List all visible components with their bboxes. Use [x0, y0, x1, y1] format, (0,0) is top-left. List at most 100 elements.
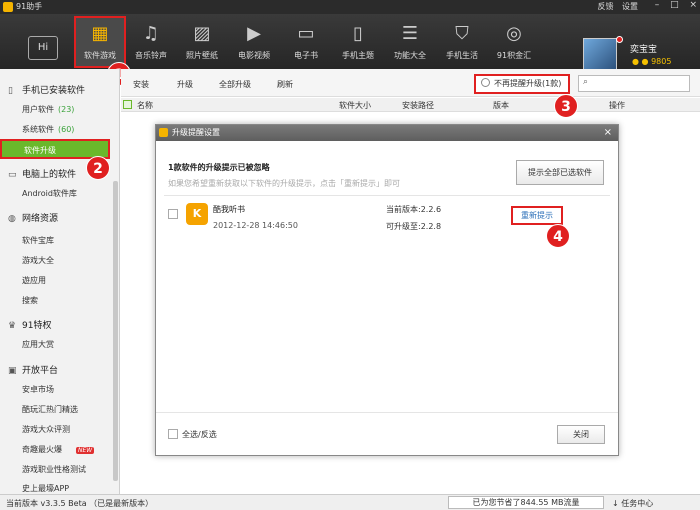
sidebar-item-user-soft[interactable]: 用户软件 (23): [22, 104, 74, 115]
sidebar-section-open[interactable]: ▣ 开放平台: [8, 363, 58, 376]
settings-link[interactable]: 设置: [622, 2, 638, 11]
sidebar-item-apps[interactable]: 遊应用: [22, 275, 46, 286]
col-action[interactable]: 操作: [609, 100, 625, 111]
hi-button[interactable]: Hi: [28, 36, 58, 60]
app-window: 91助手 反馈 设置 – □ × Hi ▦ 软件游戏 ♫ 音乐铃声 ▨ 照片壁纸…: [0, 0, 700, 510]
nav-all-features[interactable]: ☰ 功能大全: [386, 18, 434, 66]
item-label: 奇趣最火爆: [22, 445, 62, 454]
section-label: 手机已安装软件: [22, 86, 86, 96]
install-button[interactable]: 安装: [133, 79, 149, 90]
nav-apps-games[interactable]: ▦ 软件游戏: [74, 16, 126, 68]
nav-label: 91积金汇: [496, 51, 532, 60]
user-name[interactable]: 奕宝宝: [630, 42, 657, 55]
sidebar-section-privilege[interactable]: ♛ 91特权: [8, 318, 51, 331]
sidebar-scrollbar[interactable]: [113, 181, 118, 481]
dialog-close-button[interactable]: 关闭: [557, 425, 605, 444]
col-path[interactable]: 安装路径: [402, 100, 434, 111]
nav-phone-theme[interactable]: ▯ 手机主题: [334, 18, 382, 66]
new-badge: NEW: [76, 447, 95, 454]
app-date: 2012-12-28 14:46:50: [213, 221, 298, 230]
sidebar: ▯ 手机已安装软件 用户软件 (23) 系统软件 (60) 软件升级 ▭ 电脑上的软件 …: [0, 69, 120, 494]
item-count: (60): [58, 125, 75, 134]
sidebar-item-game-review[interactable]: 游戏大众评测: [22, 424, 70, 435]
no-remind-button[interactable]: 不再提醒升级(1款): [474, 74, 570, 94]
sidebar-item-search[interactable]: 搜索: [22, 295, 38, 306]
select-all-label[interactable]: 全选/反选: [182, 429, 217, 440]
sidebar-section-network[interactable]: ◍ 网络资源: [8, 211, 58, 224]
nav-movies-video[interactable]: ▶ 电影视频: [230, 18, 278, 66]
status-bar: 当前版本 v3.3.5 Beta （已是最新版本） 已为您节省了844.55 M…: [0, 494, 700, 510]
nav-label: 照片壁纸: [186, 51, 218, 60]
section-label: 网络资源: [22, 214, 59, 224]
close-window-button[interactable]: ×: [689, 0, 697, 10]
upgradable-version: 可升级至:2.2.8: [386, 222, 442, 231]
sidebar-item-app-award[interactable]: 应用大赏: [22, 339, 54, 350]
sidebar-item-android-market[interactable]: 安卓市场: [22, 384, 54, 395]
section-label: 电脑上的软件: [22, 170, 77, 180]
refresh-button[interactable]: 刷新: [277, 79, 293, 90]
divider: [156, 412, 618, 413]
select-all-toggle-checkbox[interactable]: [168, 429, 178, 439]
upgrade-all-button[interactable]: 全部升级: [219, 79, 251, 90]
sidebar-item-hottest[interactable]: 奇趣最火爆 NEW: [22, 444, 95, 455]
nav-label: 手机主题: [342, 51, 374, 60]
re-remind-link[interactable]: 重新提示: [511, 206, 563, 225]
window-controls: – □ ×: [647, 0, 697, 10]
search-icon: ⌕: [583, 77, 589, 87]
sidebar-section-pc[interactable]: ▭ 电脑上的软件: [8, 167, 76, 180]
task-center-label: 任务中心: [621, 499, 654, 508]
section-label: 91特权: [22, 321, 52, 331]
sidebar-item-sys-soft[interactable]: 系统软件 (60): [22, 124, 74, 135]
search-input[interactable]: ⌕: [578, 75, 690, 92]
book-icon: ▭: [297, 23, 315, 44]
callout-4: 4: [546, 224, 570, 248]
photo-icon: ▨: [193, 23, 211, 44]
nav-label: 软件游戏: [84, 51, 116, 60]
version-status: 当前版本 v3.3.5 Beta （已是最新版本）: [6, 499, 154, 508]
coin-icon: ◎: [506, 23, 522, 44]
nav-phone-life[interactable]: ⛉ 手机生活: [438, 18, 486, 66]
avatar[interactable]: [583, 38, 617, 72]
sidebar-section-installed[interactable]: ▯ 手机已安装软件: [8, 83, 85, 96]
task-center-link[interactable]: ↓ 任务中心: [612, 498, 653, 509]
select-all-checkbox[interactable]: [123, 100, 132, 109]
nav-music-ringtone[interactable]: ♫ 音乐铃声: [127, 18, 175, 66]
download-icon: ↓: [612, 499, 622, 508]
toolbox-icon: ☰: [401, 23, 419, 44]
item-count: (23): [58, 105, 75, 114]
minimize-button[interactable]: –: [655, 0, 660, 10]
col-size[interactable]: 软件大小: [339, 100, 371, 111]
col-name[interactable]: 名称: [137, 100, 153, 111]
sidebar-item-hot-picks[interactable]: 酷玩汇热门精选: [22, 404, 78, 415]
maximize-button[interactable]: □: [670, 0, 679, 10]
nav-label: 电影视频: [238, 51, 270, 60]
sidebar-item-games[interactable]: 游戏大全: [22, 255, 54, 266]
upgrade-button[interactable]: 升级: [177, 79, 193, 90]
dialog-title-bar: 升级提醒设置 ×: [156, 125, 618, 141]
app-row-checkbox[interactable]: [168, 209, 178, 219]
nav-ebook[interactable]: ▭ 电子书: [282, 18, 330, 66]
coin-count: 9805: [651, 57, 672, 66]
callout-2: 2: [86, 156, 110, 180]
close-icon[interactable]: ×: [604, 125, 612, 141]
nav-label: 电子书: [294, 51, 318, 60]
divider: [164, 195, 610, 196]
bell-off-icon: [481, 78, 490, 87]
nav-photo-wallpaper[interactable]: ▨ 照片壁纸: [178, 18, 226, 66]
nav-label: 手机生活: [446, 51, 478, 60]
sidebar-item-best-app[interactable]: 史上最壕APP: [22, 483, 69, 494]
nav-91-points[interactable]: ◎ 91积金汇: [490, 18, 538, 66]
sidebar-item-personality-test[interactable]: 游戏职业性格测试: [22, 464, 86, 475]
monitor-icon: ▭: [8, 170, 17, 180]
open-platform-icon: ▣: [8, 366, 17, 376]
dialog-heading: 1款软件的升级提示已被忽略: [168, 163, 270, 172]
upgrade-remind-dialog: 升级提醒设置 × 1款软件的升级提示已被忽略 如果您希望重新获取以下软件的升级提…: [155, 124, 619, 456]
show-all-selected-button[interactable]: 提示全部已选软件: [516, 160, 604, 185]
item-label: 系统软件: [22, 125, 54, 134]
nav-label: 功能大全: [394, 51, 426, 60]
sidebar-item-android-lib[interactable]: Android软件库: [22, 188, 77, 199]
current-version: 当前版本:2.2.6: [386, 205, 442, 214]
col-version[interactable]: 版本: [493, 100, 509, 111]
feedback-link[interactable]: 反馈: [597, 2, 613, 11]
sidebar-item-soft-treasure[interactable]: 软件宝库: [22, 235, 54, 246]
